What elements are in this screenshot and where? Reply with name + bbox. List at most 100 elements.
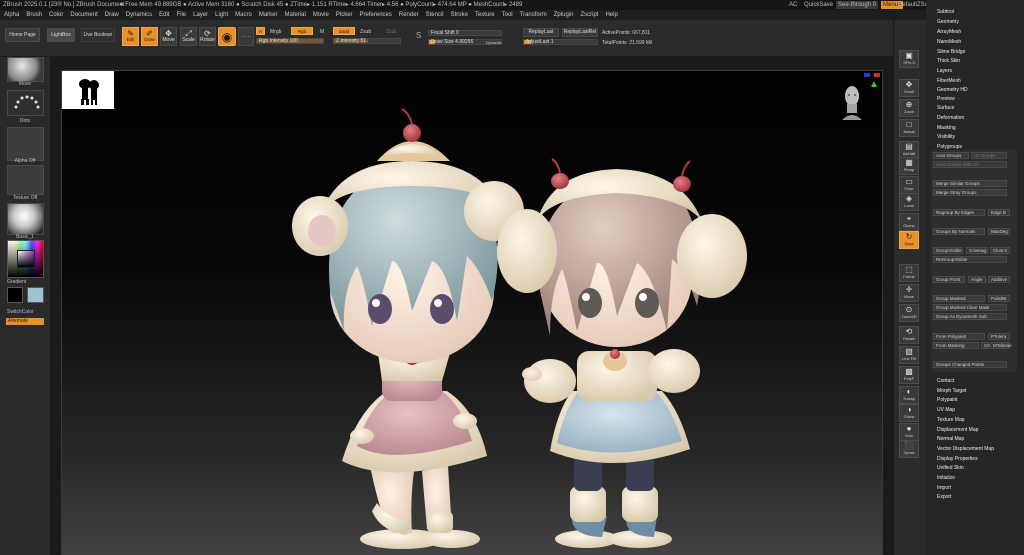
menu-help[interactable]: Help (605, 10, 617, 20)
groups-changed-points-button[interactable]: Groups Changed Points (933, 361, 1007, 368)
menu-dynamics[interactable]: Dynamics (126, 10, 152, 20)
menu-brush[interactable]: Brush (26, 10, 42, 20)
stroke-selector[interactable] (7, 90, 44, 116)
from-masking-button[interactable]: From Masking (933, 342, 979, 349)
menu-alpha[interactable]: Alpha (4, 10, 19, 20)
tool-section-fibermesh[interactable]: FiberMesh (937, 78, 961, 84)
a-toggle[interactable]: A (256, 27, 265, 35)
menu-draw[interactable]: Draw (105, 10, 119, 20)
quicksave-button[interactable]: QuickSave (804, 0, 833, 10)
mrgb-toggle[interactable]: Mrgb (270, 29, 281, 35)
color-picker[interactable] (7, 240, 44, 278)
navigation-head-gizmo[interactable] (841, 82, 863, 120)
axis-gizmo-icon[interactable] (862, 71, 883, 97)
tool-section-uv-map[interactable]: UV Map (937, 407, 955, 413)
draw-button[interactable]: ✐ Draw (141, 27, 158, 46)
menu-picker[interactable]: Picker (336, 10, 353, 20)
tool-section-morph-target[interactable]: Morph Target (937, 388, 966, 394)
zoom-button[interactable]: ⊕ Zoom (899, 99, 919, 117)
tool-section-subtool[interactable]: Subtool (937, 9, 954, 15)
angle-slider[interactable]: Angle (968, 276, 986, 283)
replay-last-rel-button[interactable]: ReplayLastRel (562, 28, 598, 37)
tool-section-displacement-map[interactable]: Displacement Map (937, 427, 978, 433)
menu-transform[interactable]: Transform (520, 10, 547, 20)
menu-preferences[interactable]: Preferences (360, 10, 392, 20)
color-square[interactable] (17, 250, 35, 268)
tool-section-geometry-hd[interactable]: Geometry HD (937, 87, 968, 93)
regroup-visible-button[interactable]: ReGroupVisible (933, 256, 1007, 263)
focal-shift-slider[interactable]: Focal Shift 0 (428, 30, 502, 36)
solo-button[interactable]: ● Solo (899, 423, 919, 441)
menu-layer[interactable]: Layer (193, 10, 208, 20)
move-button[interactable]: ✛ Move (899, 284, 919, 302)
from-polypaint-button[interactable]: From Polypaint (933, 333, 985, 340)
tool-section-deformation[interactable]: Deformation (937, 115, 964, 121)
tool-section-polypaint[interactable]: Polypaint (937, 397, 958, 403)
menu-light[interactable]: Light (215, 10, 228, 20)
menu-tool[interactable]: Tool (502, 10, 513, 20)
tool-section-normal-map[interactable]: Normal Map (937, 436, 964, 442)
mtolerance-slider[interactable]: MToleran (990, 342, 1012, 349)
rotate-button[interactable]: ⟲ Rotate (899, 326, 919, 344)
polyf-button[interactable]: ▩ PolyF (899, 366, 919, 384)
tool-section-polygroups[interactable]: Polygroups (937, 144, 962, 150)
merge-stray-button[interactable]: Merge Stray Groups (933, 189, 1007, 196)
zoom3d-button[interactable]: ⊙ Zoom3D (899, 304, 919, 322)
tool-section-thick-skin[interactable]: Thick Skin (937, 58, 960, 64)
brush-selector[interactable] (7, 57, 44, 82)
zadd-toggle[interactable]: Zadd (333, 27, 355, 35)
tool-section-vector-displacement-map[interactable]: Vector Displacement Map (937, 446, 994, 452)
zcut-toggle[interactable]: Zcut (386, 29, 396, 35)
z-intensity-slider[interactable]: Z Intensity 51 (333, 38, 401, 44)
dynamic-toggle[interactable]: Dynamic (486, 40, 502, 45)
scale-button[interactable]: ⤢ Scale (180, 27, 197, 46)
maxdeg-slider[interactable]: MaxDeg (988, 228, 1010, 235)
tool-section-preview[interactable]: Preview (937, 96, 955, 102)
menu-document[interactable]: Document (70, 10, 97, 20)
home-page-button[interactable]: Home Page (5, 28, 40, 42)
tool-section-unified-skin[interactable]: Unified Skin (937, 465, 964, 471)
texture-selector[interactable] (7, 165, 44, 195)
live-boolean-button[interactable]: Live Boolean (81, 28, 115, 42)
menu-edit[interactable]: Edit (159, 10, 169, 20)
menu-material[interactable]: Material (285, 10, 306, 20)
tool-section-import[interactable]: Import (937, 485, 951, 491)
secondary-color-swatch[interactable] (27, 287, 44, 303)
edge-detect-slider[interactable]: Edge D (988, 209, 1010, 216)
coverage-slider[interactable]: Coverag (966, 247, 988, 254)
tool-section-geometry[interactable]: Geometry (937, 19, 959, 25)
xyz-button[interactable]: ↻ Qxyz (899, 231, 919, 249)
uv-groups-button[interactable]: Uv Groups (971, 152, 1007, 159)
tool-section-arraymesh[interactable]: ArrayMesh (937, 29, 961, 35)
menu-texture[interactable]: Texture (475, 10, 495, 20)
switchcolor-button[interactable]: SwitchColor (0, 309, 50, 315)
transp-button[interactable]: ◐ Transp (899, 386, 919, 404)
cmin-slider[interactable]: Cm (981, 342, 991, 349)
group-masked-button[interactable]: Group Masked (933, 295, 985, 302)
stroke-button[interactable]: ⋯ (238, 27, 254, 46)
lightbox-button[interactable]: LightBox (47, 28, 75, 42)
alternate-toggle[interactable]: Alternate (6, 318, 44, 325)
tool-section-nanomesh[interactable]: NanoMesh (937, 39, 961, 45)
tool-section-visibility[interactable]: Visibility (937, 134, 955, 140)
clust-slider[interactable]: Clust 0 (990, 247, 1010, 254)
menu-render[interactable]: Render (399, 10, 419, 20)
slime-bridge-item[interactable]: Slime Bridge (937, 49, 965, 55)
spix-button[interactable]: ▣ SPix 3 (899, 50, 919, 68)
regroup-edges-button[interactable]: Regroup By Edges (933, 209, 985, 216)
material-selector[interactable] (7, 203, 44, 235)
group-front-button[interactable]: Group Front (933, 276, 965, 283)
group-dynamesh-button[interactable]: Group As Dynamesh Sub (933, 313, 1007, 320)
merge-similar-button[interactable]: Merge Similar Groups (933, 180, 1007, 187)
tool-section-initialize[interactable]: Initialize (937, 475, 955, 481)
auto-groups-button[interactable]: Auto Groups (933, 152, 969, 159)
tool-section-surface[interactable]: Surface (937, 105, 954, 111)
group-visible-button[interactable]: GroupVisible (933, 247, 963, 254)
tool-section-masking[interactable]: Masking (937, 125, 956, 131)
menu-macro[interactable]: Macro (235, 10, 252, 20)
adjust-last-slider[interactable]: AdjustLast 1 (523, 39, 598, 45)
alpha-selector[interactable] (7, 127, 44, 161)
actual-button[interactable]: □ Actual (899, 119, 919, 137)
menu-zplugin[interactable]: Zplugin (554, 10, 574, 20)
menu-stencil[interactable]: Stencil (426, 10, 444, 20)
